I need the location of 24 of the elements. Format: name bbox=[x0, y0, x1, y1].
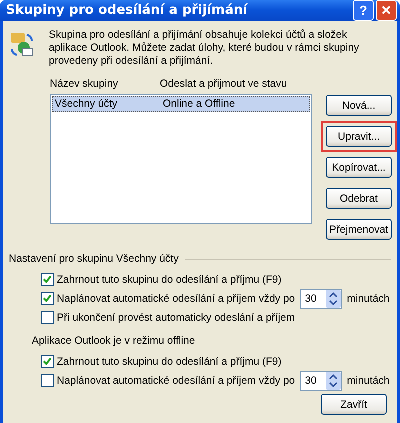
checkbox-label: Zahrnout tuto skupinu do odesílání a příjmu (F9) bbox=[57, 356, 282, 368]
unit-label: minutách bbox=[347, 374, 390, 386]
group-action-button[interactable]: Upravit... bbox=[326, 126, 392, 147]
close-dialog-button[interactable]: Zavřít bbox=[321, 394, 387, 415]
minutes-spinbox[interactable]: 30 bbox=[300, 370, 342, 390]
close-button[interactable]: ✕ bbox=[376, 0, 397, 21]
group-action-button[interactable]: Kopírovat... bbox=[326, 157, 392, 178]
group-action-button[interactable]: Nová... bbox=[326, 95, 392, 116]
list-row[interactable]: Všechny účty Online a Offline bbox=[52, 96, 310, 112]
unit-label: minutách bbox=[347, 292, 390, 304]
help-button[interactable]: ? bbox=[353, 0, 374, 21]
column-header: Odeslat a přijmout ve stavu bbox=[160, 78, 288, 92]
minutes-spinbox[interactable]: 30 bbox=[300, 288, 342, 308]
group-action-button[interactable]: Odebrat bbox=[326, 188, 392, 209]
checkbox-label: Naplánovat automatické odesílání a příjem vždy po bbox=[57, 374, 296, 386]
checkbox-label: Naplánovat automatické odesílání a příjem vždy po bbox=[57, 292, 296, 304]
checkbox-label: Při ukončení provést automaticky odeslání a příjem bbox=[57, 312, 296, 324]
section-label: Aplikace Outlook je v režimu offline bbox=[32, 335, 196, 347]
description-text: Skupina pro odesílání a přijímání obsahuje kolekci účtů a složek aplikace Outlook. Můžete zadat úlohy, které budou v rámci skupiny provedeny při odesílání a přijímání. bbox=[49, 29, 360, 68]
column-header: Název skupiny bbox=[50, 78, 120, 92]
checkbox-label: Zahrnout tuto skupinu do odesílání a příjmu (F9) bbox=[57, 274, 282, 286]
window-title: Skupiny pro odesílání a přijímání bbox=[6, 3, 249, 18]
section-label: Nastavení pro skupinu Všechny účty bbox=[9, 253, 179, 265]
group-action-button[interactable]: Přejmenovat bbox=[326, 219, 392, 240]
